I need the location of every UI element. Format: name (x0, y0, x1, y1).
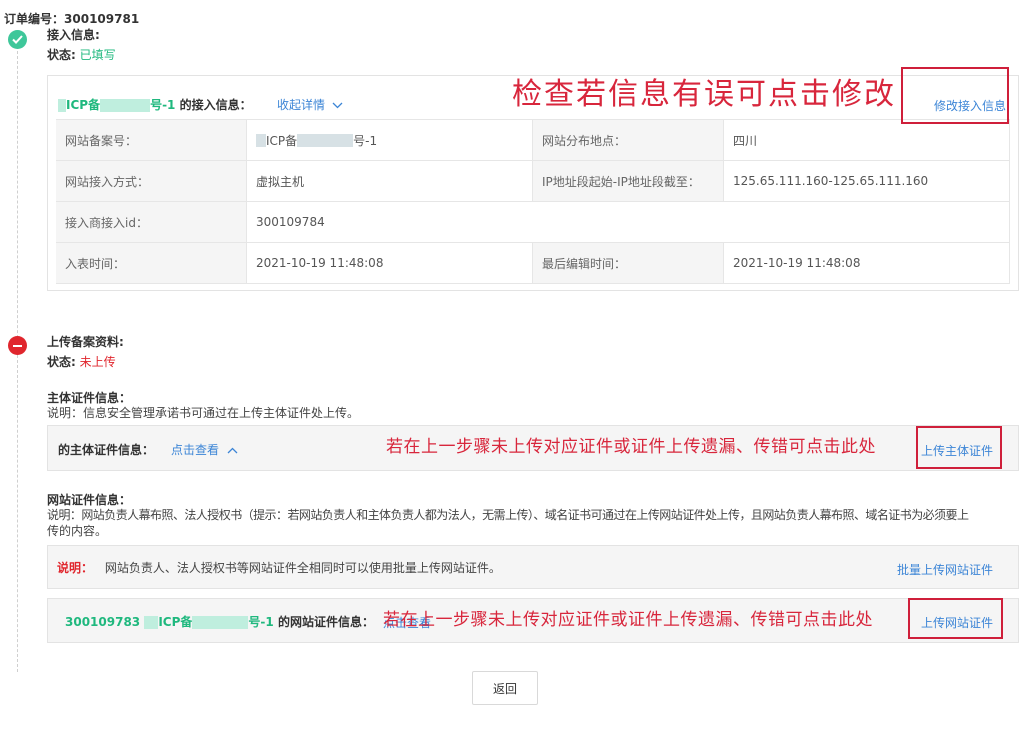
timeline-line (17, 46, 18, 672)
batch-upload-website-cert-link[interactable]: 批量上传网站证件 (897, 561, 993, 578)
edit-access-info-link[interactable]: 修改接入信息 (934, 97, 1006, 114)
chevron-up-icon (227, 447, 238, 454)
error-icon (8, 336, 27, 355)
order-number-label: 订单编号： (4, 12, 65, 26)
table-cell-value: 虚拟主机 (247, 161, 533, 202)
table-cell-label: 最后编辑时间： (533, 243, 724, 284)
access-info-title: ICP备 号-1 的接入信息： (58, 96, 252, 113)
annotation-highlight-box (901, 67, 1009, 124)
step2-status-value: 未上传 (79, 355, 116, 369)
annotation-upload-hint: 若在上一步骤未上传对应证件或证件上传遗漏、传错可点击此处 (386, 437, 876, 457)
website-cert-row-label: 300109783 ICP备 号-1 的网站证件信息： (65, 615, 374, 629)
table-cell-value: 2021-10-19 11:48:08 (724, 243, 1010, 284)
upload-subject-cert-button[interactable]: 上传主体证件 (921, 442, 993, 459)
website-cert-desc: 说明：网站负责人幕布照、法人授权书（提示：若网站负责人和主体负责人都为法人，无需… (47, 508, 969, 538)
subject-cert-desc: 说明：信息安全管理承诺书可通过在上传主体证件处上传。 (47, 406, 360, 420)
table-cell-value: 125.65.111.160-125.65.111.160 (724, 161, 1010, 202)
subject-cert-row-label: 的主体证件信息： (58, 443, 155, 457)
step1-status: 状态: 已填写 (47, 46, 116, 63)
order-number-value: 300109781 (64, 12, 140, 26)
annotation-edit-hint: 检查若信息有误可点击修改 (512, 76, 896, 114)
step2-title: 上传备案资料: (47, 335, 124, 349)
subject-cert-view-toggle[interactable]: 点击查看 (171, 441, 238, 458)
chevron-up-icon (332, 102, 343, 109)
collapse-details-toggle[interactable]: 收起详情 (277, 96, 343, 113)
table-cell-label: 网站接入方式： (56, 161, 247, 202)
table-cell-label: 接入商接入id： (56, 202, 247, 243)
back-button[interactable]: 返回 (472, 671, 538, 705)
table-cell-value: ICP备 号-1 (247, 120, 533, 161)
step1-title: 接入信息: (47, 28, 100, 42)
order-number: 订单编号：300109781 (4, 10, 139, 27)
step2-status-label: 状态: (47, 355, 76, 369)
table-cell-value: 2021-10-19 11:48:08 (247, 243, 533, 284)
table-cell-label: 网站分布地点： (533, 120, 724, 161)
annotation-upload-hint: 若在上一步骤未上传对应证件或证件上传遗漏、传错可点击此处 (383, 610, 873, 630)
website-cert-title: 网站证件信息： (47, 493, 132, 507)
check-icon (8, 30, 27, 49)
table-cell-value: 四川 (724, 120, 1010, 161)
step1-status-label: 状态: (47, 48, 76, 62)
batch-note-text: 说明： 网站负责人、法人授权书等网站证件全相同时可以使用批量上传网站证件。 (57, 561, 501, 575)
step2-status: 状态: 未上传 (47, 353, 116, 370)
table-cell-label: IP地址段起始-IP地址段截至： (533, 161, 724, 202)
table-cell-value: 300109784 (247, 202, 1010, 243)
upload-website-cert-button[interactable]: 上传网站证件 (921, 614, 993, 631)
table-cell-label: 入表时间： (56, 243, 247, 284)
step1-status-value: 已填写 (79, 48, 116, 62)
table-cell-label: 网站备案号： (56, 120, 247, 161)
